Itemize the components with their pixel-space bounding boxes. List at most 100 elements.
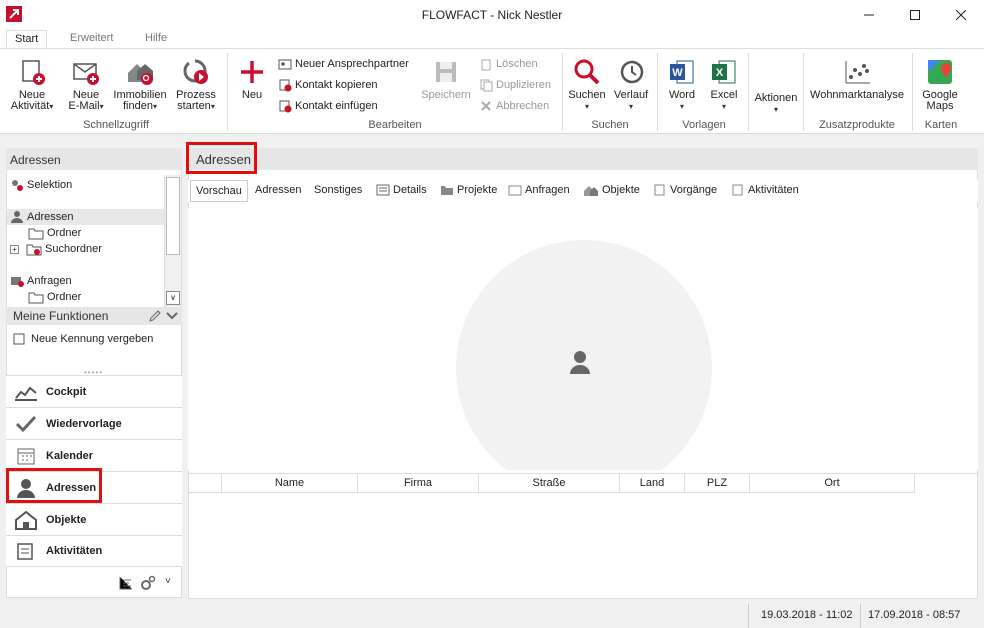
kontakt-einfuegen-button[interactable]: Kontakt einfügen [278,99,378,113]
subtab-label-objekte: Objekte [602,184,640,196]
column-header-firma[interactable]: Firma [358,474,479,493]
immobilien-finden-button[interactable]: Immobilien finden▾ [110,57,170,112]
svg-text:W: W [672,67,683,79]
column-header-name[interactable]: Name [222,474,358,493]
subtab-vorschau[interactable]: Vorschau [190,180,248,202]
column-header-ort[interactable]: Ort [750,474,915,493]
nav-kalender[interactable]: Kalender [6,439,182,471]
nav-aktivitaeten[interactable]: Aktivitäten [6,535,182,567]
new-activity-icon [22,60,45,85]
highlight-box-nav-adressen [6,468,102,503]
column-header-land[interactable]: Land [620,474,685,493]
scroll-down-icon[interactable]: ∨ [166,291,180,305]
maximize-button[interactable] [892,0,938,30]
dropdown-arrow-icon: ▾ [628,102,633,111]
ribbon-separator [748,53,749,131]
window-title: FLOWFACT - Nick Nestler [421,8,563,22]
subtab-objekte[interactable]: Objekte [583,184,640,196]
chevron-down-icon[interactable]: ˅ [165,576,171,587]
neu-button[interactable]: Neu [234,57,270,101]
tab-hilfe[interactable]: Hilfe [145,32,167,44]
suchen-button[interactable]: Suchen ▾ [566,57,608,112]
tree-item-suchordner[interactable]: + Suchordner [10,242,102,256]
subtab-label-sonstiges: Sonstiges [314,184,363,196]
house-icon [15,510,37,530]
tree-item-selektion[interactable]: Selektion [10,178,72,192]
ribbon-separator [562,53,563,131]
loeschen-button[interactable]: Löschen [479,57,538,71]
tree-item-ordner[interactable]: Ordner [28,226,81,240]
details-icon [376,184,390,196]
column-header-plz[interactable]: PLZ [685,474,750,493]
prozess-starten-button[interactable]: Prozess starten▾ [170,57,222,112]
tab-start[interactable]: Start [6,30,48,48]
subtab-anfragen[interactable]: Anfragen [508,184,570,196]
dropdown-arrow-icon: ▾ [584,102,589,111]
nav-label-kalender: Kalender [46,449,94,462]
google-label-2: Maps [926,100,954,112]
speichern-button[interactable]: Speichern [418,57,474,101]
google-maps-button[interactable]: Google Maps [916,57,964,112]
save-icon [436,62,456,82]
tree-item-adressen[interactable]: Adressen [10,210,73,224]
close-button[interactable] [938,0,984,30]
word-icon: W [670,60,694,84]
tree-scrollbar[interactable]: ∨ [164,175,181,308]
tab-erweitert[interactable]: Erweitert [70,32,113,44]
chevron-down-icon[interactable] [166,311,178,321]
pencil-icon[interactable] [148,309,162,323]
verlauf-button[interactable]: Verlauf ▾ [610,57,652,112]
subtab-adressen[interactable]: Adressen [255,184,301,196]
kontakt-kopieren-button[interactable]: Kontakt kopieren [278,78,378,92]
nav-wiedervorlage[interactable]: Wiedervorlage [6,407,182,439]
gear-icon[interactable] [140,575,156,591]
search-folder-icon [26,244,42,256]
start-process-icon [183,59,208,84]
word-button[interactable]: W Word ▾ [662,57,702,112]
status-divider [748,604,749,628]
list-settings-icon[interactable] [118,575,134,591]
subtab-aktivitaeten[interactable]: Aktivitäten [731,184,799,196]
copy-contact-icon [279,79,292,92]
nav-cockpit[interactable]: Cockpit [6,375,182,407]
scrollbar-thumb[interactable] [166,177,180,255]
status-divider [860,604,861,628]
meine-funktionen-label: Meine Funktionen [13,309,109,323]
subtab-projekte[interactable]: Projekte [440,184,497,196]
column-header-strasse[interactable]: Straße [479,474,620,493]
tree-label-selektion: Selektion [27,179,73,191]
dropdown-arrow-icon: ▾ [99,102,104,111]
neue-email-button[interactable]: Neue E-Mail▾ [62,57,110,112]
subtab-vorgaenge[interactable]: Vorgänge [653,184,717,196]
minimize-button[interactable] [846,0,892,30]
aktionen-button[interactable]: Aktionen ▾ [750,93,802,115]
chart-icon [15,386,37,401]
aktionen-label: Aktionen [754,92,798,104]
subtab-label-vorgaenge: Vorgänge [670,184,718,196]
title-bar: FLOWFACT - Nick Nestler [0,0,984,30]
excel-icon: X [712,60,736,84]
neuer-ansprechpartner-button[interactable]: Neuer Ansprechpartner [278,57,409,71]
plus-icon [241,61,263,83]
speichern-label: Speichern [421,89,471,101]
nav-objekte[interactable]: Objekte [6,503,182,535]
tree-item-ordner-2[interactable]: Ordner [28,290,81,304]
neue-kennung-item[interactable]: Neue Kennung vergeben [12,332,153,346]
nav-label-objekte: Objekte [46,513,87,526]
subtab-details[interactable]: Details [376,184,427,196]
abbrechen-button[interactable]: Abbrechen [479,99,549,113]
inquiry-icon [508,185,522,196]
nav-label-aktivitaeten: Aktivitäten [46,545,103,557]
svg-text:X: X [716,67,724,79]
highlight-box-main-header [186,142,257,174]
status-date-1: 19.03.2018 - 11:02 [761,609,853,621]
excel-button[interactable]: X Excel ▾ [704,57,744,112]
wohnmarktanalyse-button[interactable]: Wohnmarktanalyse [806,57,908,101]
activity-icon [17,543,33,560]
neue-aktivitaet-button[interactable]: Neue Aktivität▾ [6,57,58,112]
expand-icon[interactable]: + [10,244,19,254]
loeschen-label: Löschen [496,58,538,70]
tree-item-anfragen[interactable]: Anfragen [10,274,72,288]
duplizieren-button[interactable]: Duplizieren [479,78,551,92]
subtab-sonstiges[interactable]: Sonstiges [314,184,362,196]
